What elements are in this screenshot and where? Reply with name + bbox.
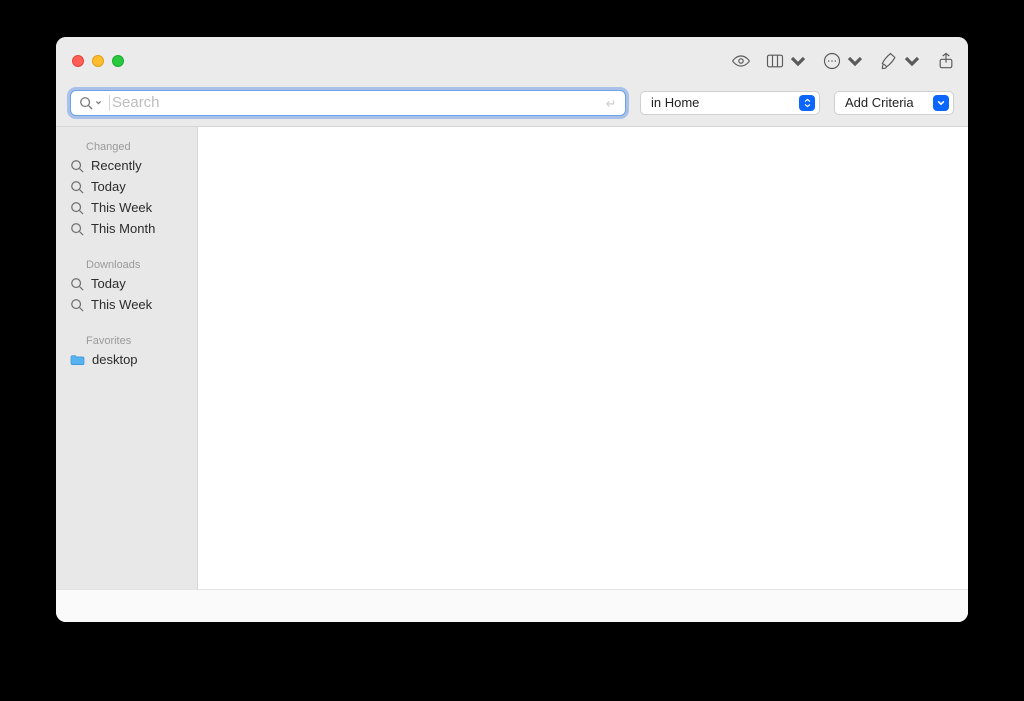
share-button[interactable] bbox=[936, 51, 956, 71]
sidebar: Changed Recently Today This Week This Mo… bbox=[56, 127, 198, 589]
divider bbox=[109, 95, 110, 111]
brush-icon bbox=[879, 51, 899, 71]
section-header-downloads: Downloads bbox=[56, 253, 197, 273]
return-icon bbox=[603, 96, 617, 110]
search-icon bbox=[70, 201, 84, 215]
search-input[interactable] bbox=[112, 91, 603, 115]
sidebar-item-label: This Week bbox=[91, 200, 152, 215]
updown-icon bbox=[799, 95, 815, 111]
finder-window: in Home Add Criteria Changed Recently To… bbox=[56, 37, 968, 622]
ellipsis-circle-icon bbox=[822, 51, 842, 71]
search-icon bbox=[70, 277, 84, 291]
sidebar-item-this-month[interactable]: This Month bbox=[56, 218, 197, 239]
sidebar-item-label: Recently bbox=[91, 158, 142, 173]
toolbar-icons bbox=[731, 51, 956, 71]
chevron-down-icon bbox=[933, 95, 949, 111]
sidebar-item-label: Today bbox=[91, 179, 126, 194]
action-button[interactable] bbox=[822, 51, 865, 71]
zoom-button[interactable] bbox=[112, 55, 124, 67]
preview-button[interactable] bbox=[731, 51, 751, 71]
footer bbox=[56, 589, 968, 622]
chevron-down-icon[interactable] bbox=[95, 99, 102, 106]
search-icon bbox=[70, 298, 84, 312]
edit-tags-button[interactable] bbox=[879, 51, 922, 71]
search-icon bbox=[79, 96, 93, 110]
window-controls bbox=[72, 55, 124, 67]
chevron-down-icon bbox=[788, 51, 808, 71]
eye-icon bbox=[731, 51, 751, 71]
sidebar-item-label: This Month bbox=[91, 221, 155, 236]
content-area bbox=[198, 127, 968, 589]
share-icon bbox=[936, 51, 956, 71]
scope-dropdown[interactable]: in Home bbox=[640, 91, 820, 115]
criteria-label: Add Criteria bbox=[845, 95, 914, 110]
folder-icon bbox=[70, 354, 85, 366]
section-header-favorites: Favorites bbox=[56, 329, 197, 349]
sidebar-item-dl-today[interactable]: Today bbox=[56, 273, 197, 294]
sidebar-item-label: Today bbox=[91, 276, 126, 291]
titlebar bbox=[56, 37, 968, 85]
sidebar-item-desktop[interactable]: desktop bbox=[56, 349, 197, 370]
close-button[interactable] bbox=[72, 55, 84, 67]
search-field-wrap[interactable] bbox=[70, 90, 626, 116]
chevron-down-icon bbox=[902, 51, 922, 71]
sidebar-item-label: This Week bbox=[91, 297, 152, 312]
search-icon bbox=[70, 222, 84, 236]
criteria-dropdown[interactable]: Add Criteria bbox=[834, 91, 954, 115]
group-button[interactable] bbox=[765, 51, 808, 71]
scope-label: in Home bbox=[651, 95, 699, 110]
sidebar-item-label: desktop bbox=[92, 352, 138, 367]
sidebar-item-this-week[interactable]: This Week bbox=[56, 197, 197, 218]
columns-icon bbox=[765, 51, 785, 71]
sidebar-item-recently[interactable]: Recently bbox=[56, 155, 197, 176]
sidebar-item-today[interactable]: Today bbox=[56, 176, 197, 197]
sidebar-item-dl-this-week[interactable]: This Week bbox=[56, 294, 197, 315]
search-icon bbox=[70, 180, 84, 194]
search-icon bbox=[70, 159, 84, 173]
section-header-changed: Changed bbox=[56, 135, 197, 155]
search-toolbar: in Home Add Criteria bbox=[56, 85, 968, 127]
chevron-down-icon bbox=[845, 51, 865, 71]
body: Changed Recently Today This Week This Mo… bbox=[56, 127, 968, 589]
minimize-button[interactable] bbox=[92, 55, 104, 67]
